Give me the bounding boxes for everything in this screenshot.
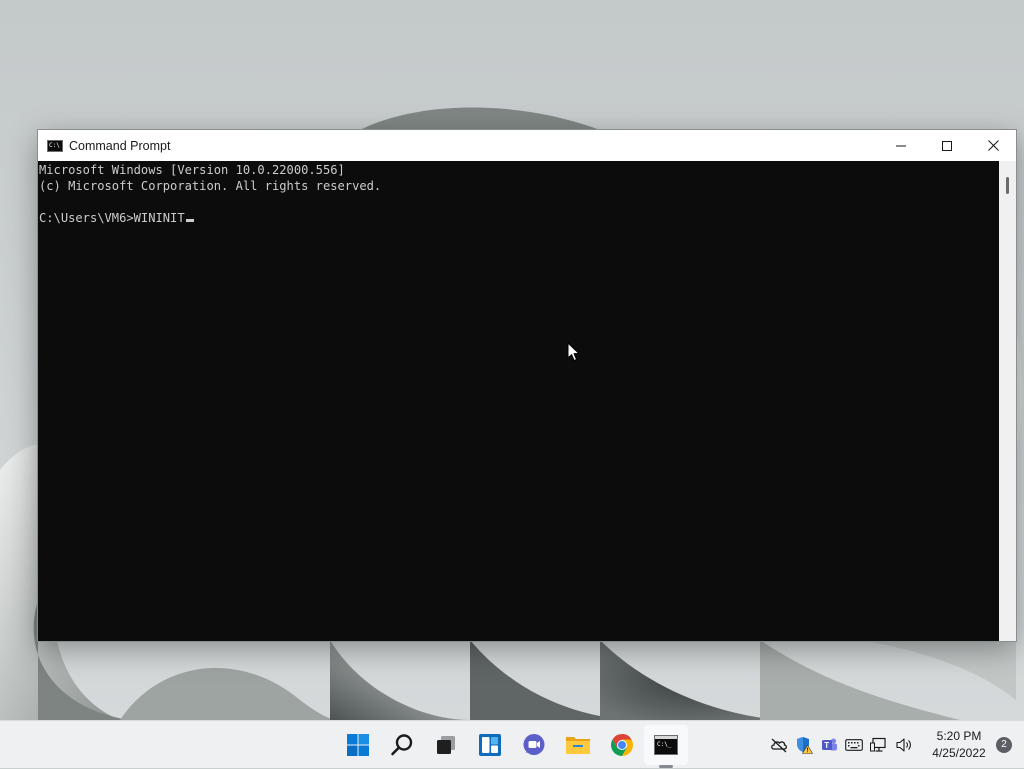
scrollbar-thumb[interactable]: [1006, 177, 1009, 194]
window-title: Command Prompt: [69, 138, 171, 153]
svg-text:T: T: [824, 741, 829, 750]
clock-date: 4/25/2022: [932, 746, 986, 760]
console-line: (c) Microsoft Corporation. All rights re…: [39, 179, 382, 193]
onedrive-offline-icon: [770, 738, 787, 753]
chrome-icon: [611, 734, 633, 756]
taskbar: C:\_ T 5:20 PM 4/25/2022 2: [0, 720, 1024, 768]
widgets-icon: [479, 734, 501, 756]
keyboard-icon: [844, 739, 863, 751]
search-button[interactable]: [380, 721, 424, 769]
command-prompt-icon: C:\_: [654, 735, 678, 755]
console-line: Microsoft Windows [Version 10.0.22000.55…: [39, 163, 345, 177]
close-icon: [987, 140, 999, 151]
widgets-button[interactable]: [468, 721, 512, 769]
teams-chat-icon: [523, 734, 545, 755]
minimize-button[interactable]: [878, 130, 924, 161]
command-prompt-icon: C:\: [47, 139, 63, 152]
caption-buttons: [878, 130, 1016, 161]
minimize-icon: [896, 145, 906, 146]
start-button[interactable]: [336, 721, 380, 769]
teams-button[interactable]: T: [817, 733, 841, 757]
title-bar[interactable]: C:\ Command Prompt: [38, 130, 1016, 161]
vertical-scrollbar[interactable]: [999, 161, 1016, 641]
volume-icon: [895, 738, 911, 752]
input-indicator-button[interactable]: [842, 733, 866, 757]
text-cursor: [185, 219, 194, 222]
clock[interactable]: 5:20 PM 4/25/2022: [926, 728, 992, 762]
network-icon: [869, 737, 886, 752]
folder-icon: [566, 737, 590, 754]
command-prompt-window[interactable]: C:\ Command Prompt Microsoft Windows [Ve…: [38, 130, 1016, 641]
teams-icon: T: [821, 738, 837, 751]
windows-security-button[interactable]: [792, 733, 816, 757]
taskbar-pinned-apps: C:\_: [336, 721, 688, 769]
chat-button[interactable]: [512, 721, 556, 769]
search-icon: [391, 734, 413, 756]
maximize-button[interactable]: [924, 130, 970, 161]
chrome-button[interactable]: [600, 721, 644, 769]
system-tray: T 5:20 PM 4/25/2022 2: [766, 721, 1024, 769]
notification-badge[interactable]: 2: [996, 737, 1012, 753]
svg-text:C:\_: C:\_: [657, 741, 672, 748]
task-view-button[interactable]: [424, 721, 468, 769]
command-prompt-button[interactable]: C:\_: [644, 725, 688, 768]
task-view-icon: [437, 736, 455, 754]
onedrive-button[interactable]: [767, 733, 791, 757]
console-prompt-line[interactable]: C:\Users\VM6>WININIT: [39, 211, 185, 225]
network-button[interactable]: [867, 733, 891, 757]
close-button[interactable]: [970, 130, 1016, 161]
mouse-pointer-icon: [567, 342, 580, 362]
windows-logo-icon: [347, 734, 369, 756]
maximize-icon: [942, 140, 952, 151]
security-warning-icon: [796, 737, 813, 754]
file-explorer-button[interactable]: [556, 721, 600, 769]
clock-time: 5:20 PM: [936, 729, 982, 743]
console-output[interactable]: Microsoft Windows [Version 10.0.22000.55…: [38, 161, 999, 641]
volume-button[interactable]: [892, 733, 916, 757]
